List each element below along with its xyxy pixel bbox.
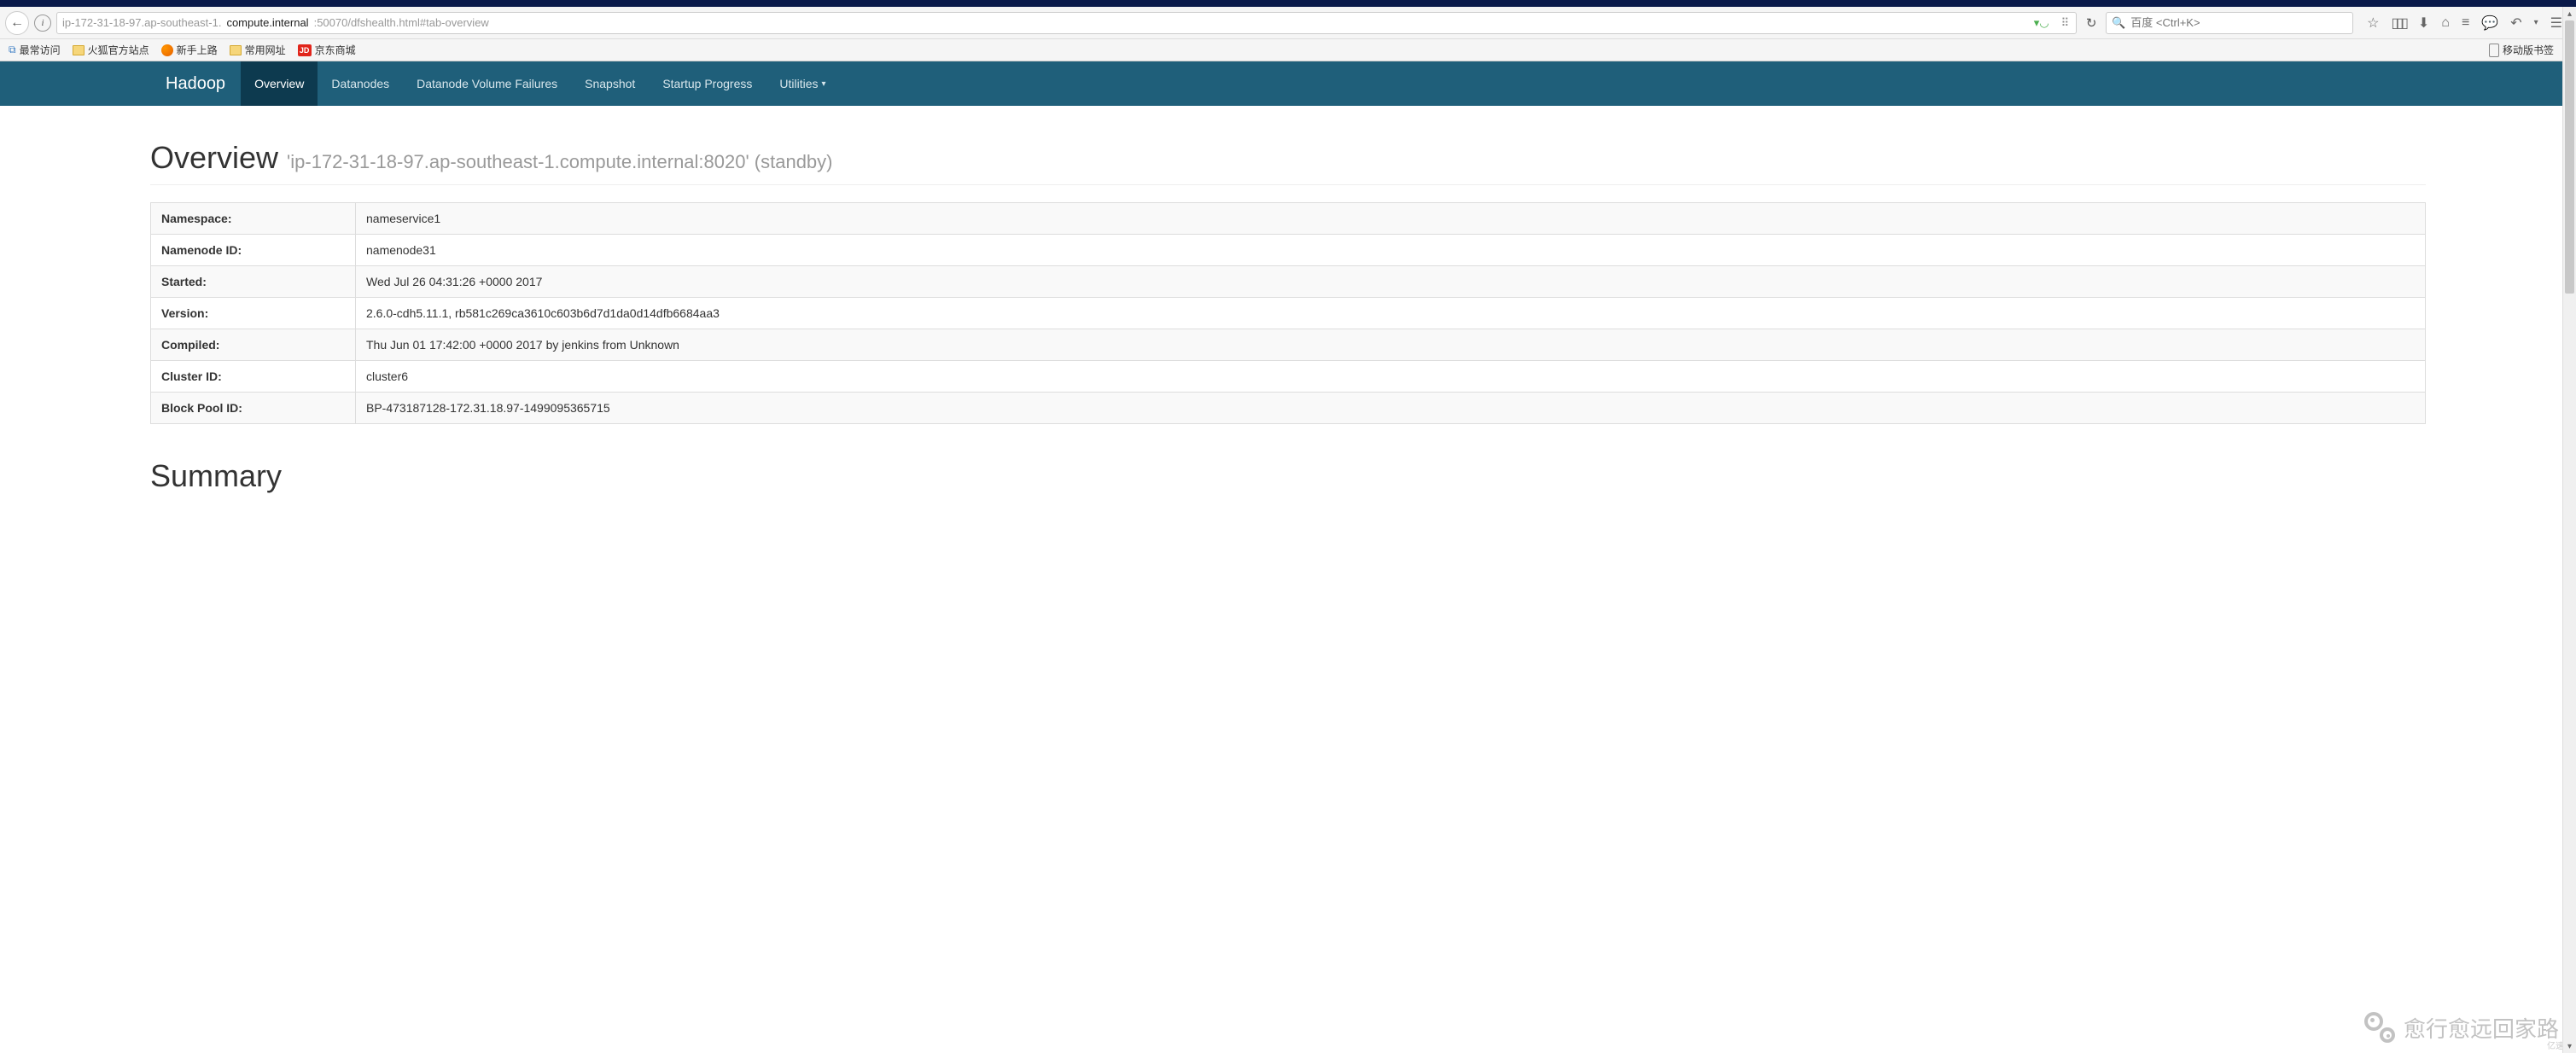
table-row: Namespace:nameservice1 xyxy=(151,203,2426,235)
undo-icon[interactable]: ↶ xyxy=(2510,15,2521,32)
shield-icon[interactable]: ▾◡ xyxy=(2031,16,2053,30)
download-icon[interactable]: ⬇ xyxy=(2418,15,2429,32)
bookmark-label: 最常访问 xyxy=(20,43,61,57)
nav-utilities[interactable]: Utilities ▾ xyxy=(766,61,839,106)
reload-button[interactable]: ↻ xyxy=(2082,14,2101,32)
row-label: Block Pool ID: xyxy=(151,393,356,424)
row-label: Compiled: xyxy=(151,329,356,361)
vertical-scrollbar[interactable]: ▴ ▾ xyxy=(2562,7,2576,1053)
search-icon: 🔍 xyxy=(2112,16,2125,30)
nav-overview[interactable]: Overview xyxy=(241,61,318,106)
chat-icon[interactable]: 💬 xyxy=(2481,15,2498,32)
bookmark-label: 新手上路 xyxy=(177,43,218,57)
jd-icon: JD xyxy=(298,44,312,56)
nav-startup-progress[interactable]: Startup Progress xyxy=(649,61,766,106)
bookmark-getting-started[interactable]: 新手上路 xyxy=(158,41,221,59)
row-value: Wed Jul 26 04:31:26 +0000 2017 xyxy=(356,266,2426,298)
nav-label: Utilities xyxy=(779,77,818,90)
chevron-down-icon: ▾ xyxy=(822,79,826,89)
bookmark-label: 常用网址 xyxy=(245,43,286,57)
url-bar[interactable]: ip-172-31-18-97.ap-southeast-1. compute.i… xyxy=(56,12,2077,34)
nav-snapshot[interactable]: Snapshot xyxy=(571,61,649,106)
overview-table: Namespace:nameservice1 Namenode ID:namen… xyxy=(150,202,2426,424)
scrollbar-thumb[interactable] xyxy=(2565,20,2574,294)
watermark: 愈行愈远回家路 xyxy=(2363,1010,2559,1044)
toolbar-icons: ☆ ▯▯▯ ⬇ ⌂ ≡ 💬 ↶ ▾ ☰ xyxy=(2358,15,2571,32)
row-value: namenode31 xyxy=(356,235,2426,266)
page-title: Overview 'ip-172-31-18-97.ap-southeast-1… xyxy=(150,140,2426,185)
url-text-post: :50070/dfshealth.html#tab-overview xyxy=(314,16,489,29)
row-label: Cluster ID: xyxy=(151,361,356,393)
brand[interactable]: Hadoop xyxy=(150,61,241,106)
heading-text: Overview xyxy=(150,140,278,175)
bookmark-label: 移动版书签 xyxy=(2503,43,2554,57)
menu-icon[interactable]: ☰ xyxy=(2550,15,2562,32)
bookmark-jd[interactable]: JD 京东商城 xyxy=(294,41,359,59)
url-text-host: compute.internal xyxy=(226,16,308,29)
row-label: Namespace: xyxy=(151,203,356,235)
wechat-icon xyxy=(2363,1010,2397,1044)
watermark-text: 愈行愈远回家路 xyxy=(2404,1012,2559,1044)
table-row: Compiled:Thu Jun 01 17:42:00 +0000 2017 … xyxy=(151,329,2426,361)
heading-subtext: 'ip-172-31-18-97.ap-southeast-1.compute.… xyxy=(287,151,832,172)
dropdown-caret-icon[interactable]: ▾ xyxy=(2534,18,2538,27)
table-row: Started:Wed Jul 26 04:31:26 +0000 2017 xyxy=(151,266,2426,298)
folder-icon xyxy=(73,45,85,55)
search-bar[interactable]: 🔍 xyxy=(2106,12,2353,34)
row-value: nameservice1 xyxy=(356,203,2426,235)
page-content: Overview 'ip-172-31-18-97.ap-southeast-1… xyxy=(0,106,2576,511)
row-label: Version: xyxy=(151,298,356,329)
folder-icon xyxy=(230,45,242,55)
table-row: Namenode ID:namenode31 xyxy=(151,235,2426,266)
search-input[interactable] xyxy=(2130,16,2347,29)
bookmark-folder-firefox[interactable]: 火狐官方站点 xyxy=(69,41,153,59)
most-visited-icon: ⧉ xyxy=(9,44,16,56)
url-text-pre: ip-172-31-18-97.ap-southeast-1. xyxy=(62,16,221,29)
bookmark-star-icon[interactable]: ☆ xyxy=(2367,15,2379,32)
row-value: BP-473187128-172.31.18.97-1499095365715 xyxy=(356,393,2426,424)
qr-icon[interactable]: ⠿ xyxy=(2058,16,2072,30)
firefox-icon xyxy=(161,44,173,56)
scroll-up-icon[interactable]: ▴ xyxy=(2563,7,2576,20)
site-identity-icon[interactable]: i xyxy=(34,15,51,32)
summary-heading: Summary xyxy=(150,458,2426,494)
row-label: Started: xyxy=(151,266,356,298)
table-row: Block Pool ID:BP-473187128-172.31.18.97-… xyxy=(151,393,2426,424)
back-button[interactable]: ← xyxy=(5,11,29,35)
browser-toolbar: ← i ip-172-31-18-97.ap-southeast-1. compu… xyxy=(0,7,2576,39)
bookmarks-bar: ⧉ 最常访问 火狐官方站点 新手上路 常用网址 JD 京东商城 移动版书签 xyxy=(0,39,2576,61)
row-value: Thu Jun 01 17:42:00 +0000 2017 by jenkin… xyxy=(356,329,2426,361)
browser-tab-strip xyxy=(0,0,2576,7)
nav-datanodes[interactable]: Datanodes xyxy=(318,61,403,106)
sidebar-icon[interactable]: ≡ xyxy=(2462,15,2469,31)
table-row: Version:2.6.0-cdh5.11.1, rb581c269ca3610… xyxy=(151,298,2426,329)
home-icon[interactable]: ⌂ xyxy=(2441,15,2450,31)
bookmark-label: 火狐官方站点 xyxy=(88,43,149,57)
scroll-down-icon[interactable]: ▾ xyxy=(2563,1039,2576,1053)
table-row: Cluster ID:cluster6 xyxy=(151,361,2426,393)
mobile-icon xyxy=(2489,44,2499,57)
row-label: Namenode ID: xyxy=(151,235,356,266)
row-value: cluster6 xyxy=(356,361,2426,393)
hadoop-navbar: Hadoop Overview Datanodes Datanode Volum… xyxy=(0,61,2576,106)
bookmark-most-visited[interactable]: ⧉ 最常访问 xyxy=(5,41,64,59)
bookmark-folder-common[interactable]: 常用网址 xyxy=(226,41,289,59)
row-value: 2.6.0-cdh5.11.1, rb581c269ca3610c603b6d7… xyxy=(356,298,2426,329)
nav-volume-failures[interactable]: Datanode Volume Failures xyxy=(403,61,571,106)
mobile-bookmarks[interactable]: 移动版书签 xyxy=(2484,41,2559,59)
library-icon[interactable]: ▯▯▯ xyxy=(2391,15,2405,32)
bookmark-label: 京东商城 xyxy=(315,43,356,57)
